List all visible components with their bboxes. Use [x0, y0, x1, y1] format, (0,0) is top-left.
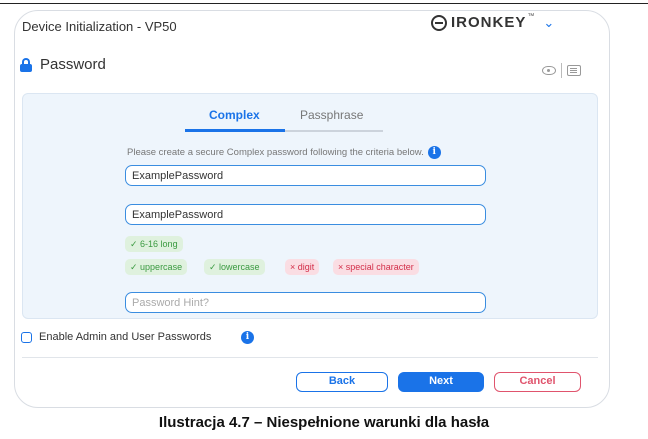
logo-trademark: ™ [527, 13, 535, 20]
instructions-text: Please create a secure Complex password … [127, 147, 424, 159]
criterion-digit-chip: × digit [285, 259, 320, 275]
chevron-down-icon[interactable]: ⌄ [543, 15, 554, 31]
footer-divider [22, 357, 598, 358]
criterion-length-chip: ✓ 6-16 long [125, 236, 183, 252]
eye-icon[interactable] [542, 66, 556, 75]
section-title: Password [40, 56, 106, 73]
page-top-rule [0, 3, 648, 4]
password-instructions: Please create a secure Complex password … [127, 146, 441, 159]
tab-passphrase[interactable]: Passphrase [300, 108, 363, 122]
confirm-password-input[interactable] [125, 204, 486, 225]
tab-complex[interactable]: Complex [209, 108, 260, 122]
window-title: Device Initialization - VP50 [22, 19, 177, 34]
admin-passwords-label: Enable Admin and User Passwords [39, 331, 212, 343]
icon-divider [561, 63, 562, 78]
info-icon[interactable]: i [427, 146, 441, 159]
criterion-special-chip: × special character [333, 259, 419, 275]
figure-caption: Ilustracja 4.7 – Niespełnione warunki dl… [158, 414, 490, 431]
password-section-header: Password [20, 56, 106, 73]
ironkey-logo-icon [431, 14, 447, 31]
cancel-button[interactable]: Cancel [494, 372, 581, 392]
admin-info-icon[interactable]: i [241, 331, 254, 344]
next-button[interactable]: Next [398, 372, 484, 392]
logo-text: IRONKEY [451, 14, 527, 31]
password-input[interactable] [125, 165, 486, 186]
ironkey-logo: IRONKEY ™ ⌄ [431, 13, 554, 31]
keyboard-icon[interactable] [567, 65, 581, 76]
criterion-lowercase-chip: ✓ lowercase [204, 259, 265, 275]
password-hint-input[interactable] [125, 292, 486, 313]
back-button[interactable]: Back [296, 372, 388, 392]
active-tab-indicator [185, 129, 285, 132]
admin-passwords-checkbox[interactable] [21, 332, 32, 343]
criterion-uppercase-chip: ✓ uppercase [125, 259, 188, 275]
lock-icon [20, 57, 32, 72]
